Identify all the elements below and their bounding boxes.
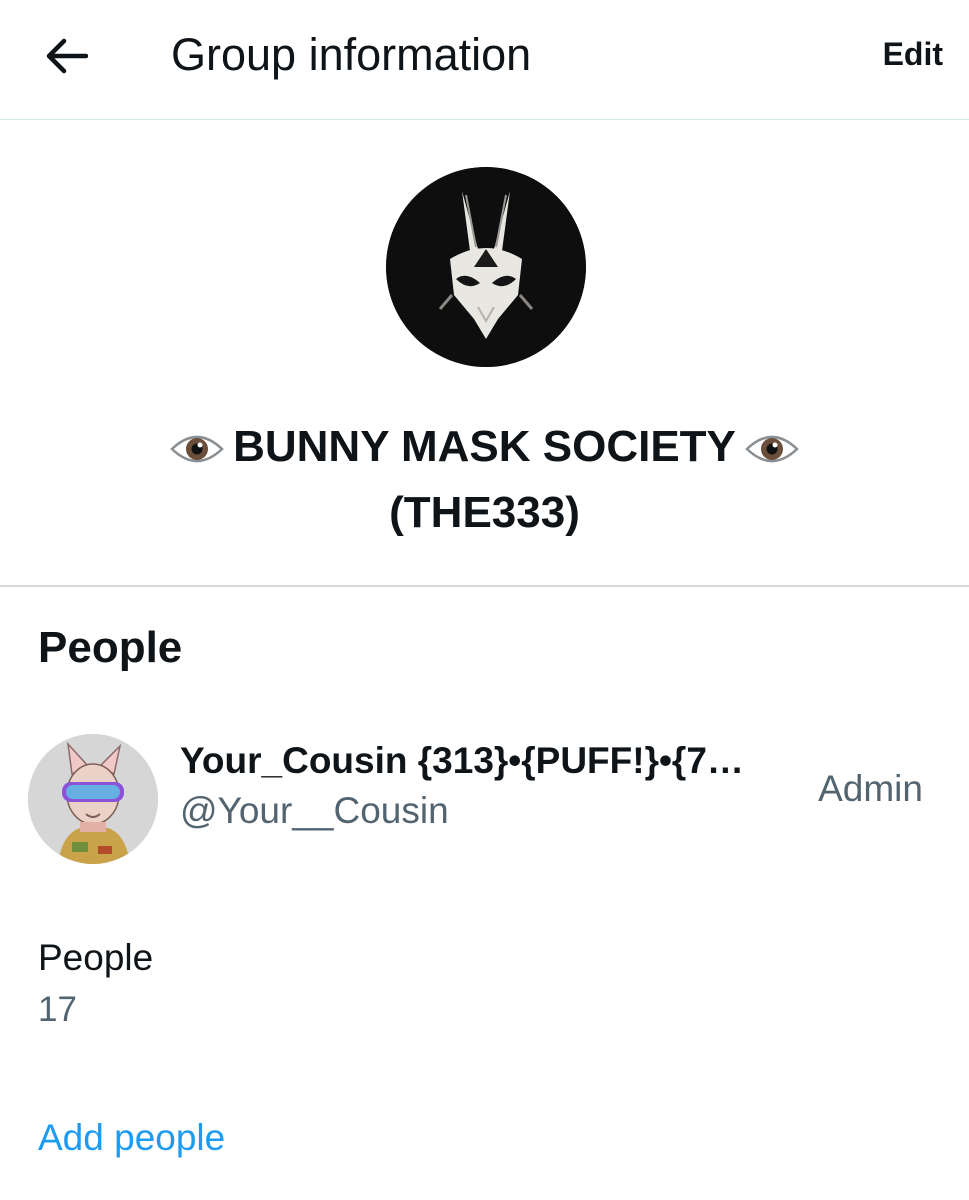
eye-emoji-icon	[170, 435, 224, 463]
avatar	[28, 734, 158, 864]
top-app-bar: Group information Edit	[0, 0, 969, 120]
back-button[interactable]	[38, 28, 94, 84]
page-title: Group information	[171, 29, 532, 80]
people-section-title: People	[38, 623, 183, 672]
eye-emoji-icon	[745, 435, 799, 463]
group-name: BUNNY MASK SOCIETY (THE333)	[60, 414, 909, 546]
arrow-left-icon	[46, 38, 88, 74]
member-display-name: Your_Cousin {313}•{PUFF!}•{7…	[180, 740, 744, 781]
member-role-badge: Admin	[818, 768, 923, 809]
section-divider	[0, 585, 969, 587]
edit-button[interactable]: Edit	[883, 34, 943, 74]
people-count-label: People	[38, 937, 154, 978]
people-count-value: 17	[38, 990, 77, 1029]
member-row[interactable]: Your_Cousin {313}•{PUFF!}•{7… @Your__Cou…	[0, 722, 969, 872]
bunny-mask-logo	[386, 167, 586, 367]
group-name-text: BUNNY MASK SOCIETY	[233, 422, 736, 471]
member-handle: @Your__Cousin	[180, 790, 449, 831]
add-people-link[interactable]: Add people	[38, 1115, 225, 1161]
group-avatar[interactable]	[386, 167, 586, 367]
cat-avatar-image	[28, 734, 158, 864]
group-name-line-2: (THE333)	[389, 488, 580, 537]
group-name-line-1: BUNNY MASK SOCIETY	[60, 414, 909, 480]
